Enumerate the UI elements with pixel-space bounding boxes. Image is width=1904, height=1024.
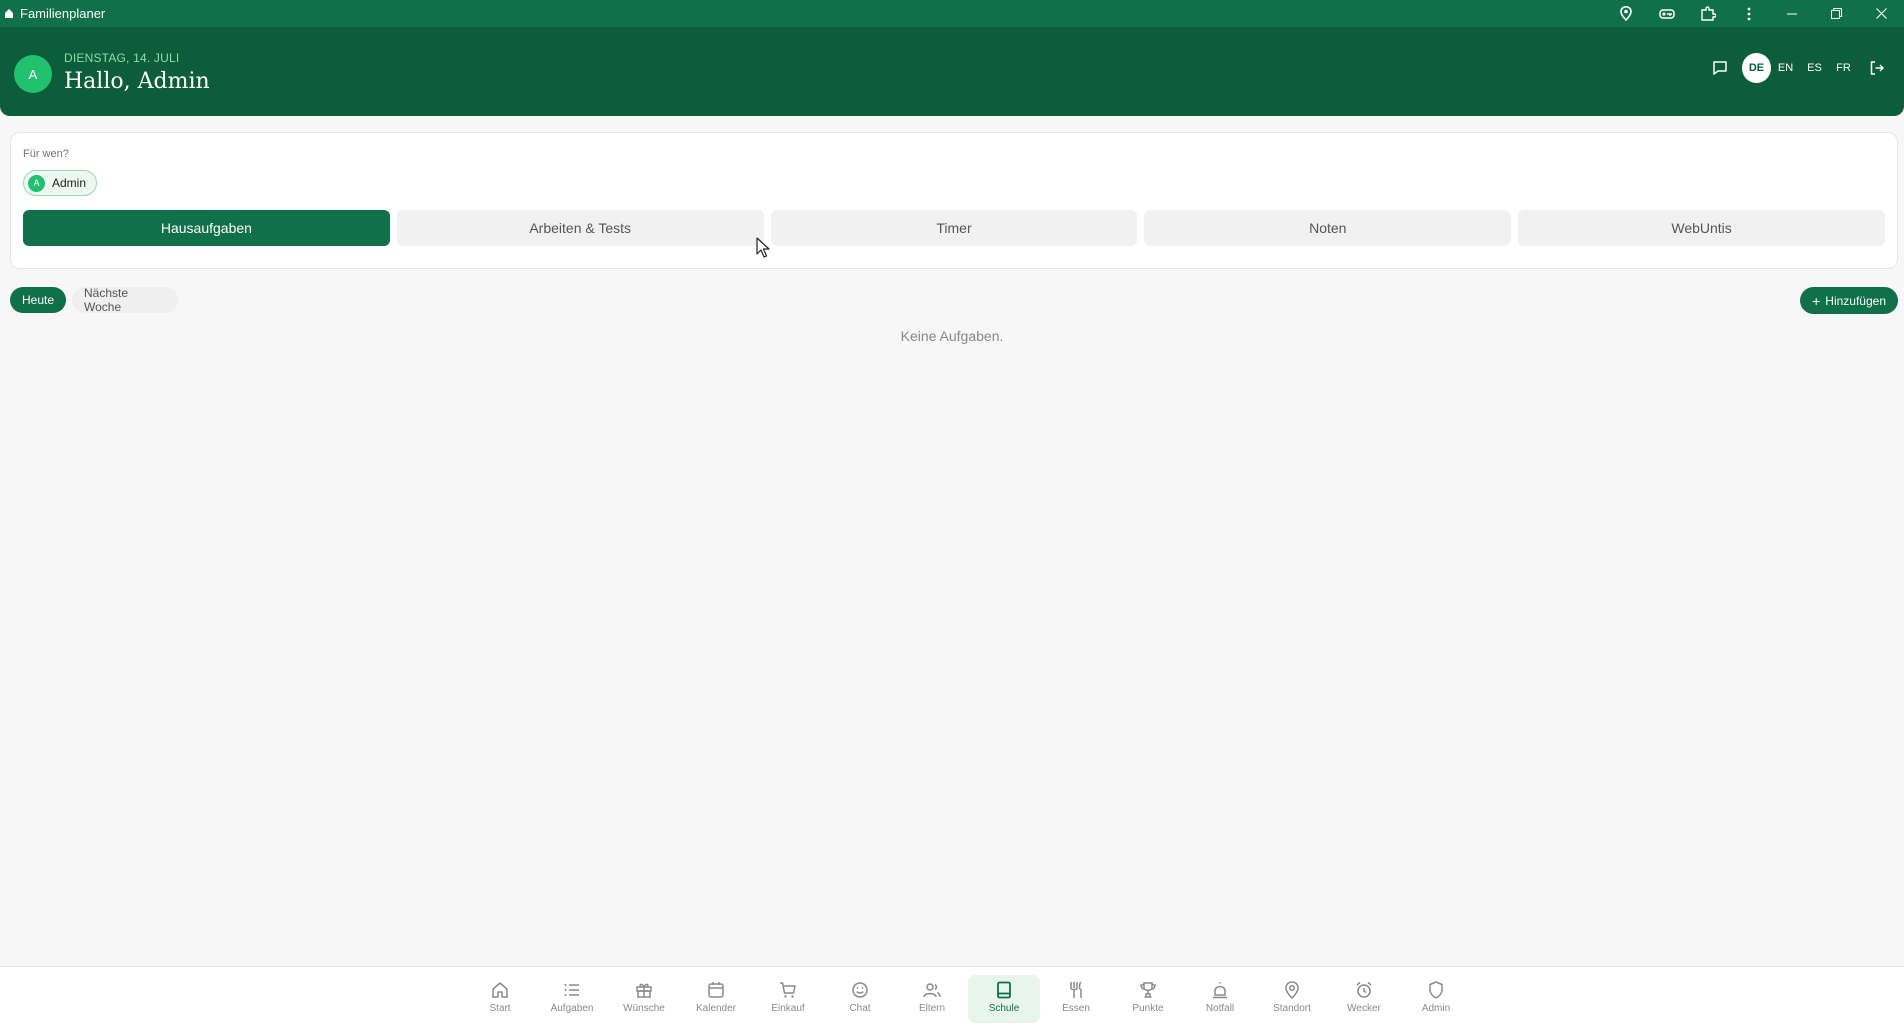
nav-einkauf[interactable]: Einkauf: [752, 975, 824, 1023]
kebab-menu-icon: [1747, 7, 1750, 20]
nav-label: Essen: [1062, 1003, 1090, 1014]
plus-icon: +: [1812, 292, 1821, 309]
nav-chat[interactable]: Chat: [824, 975, 896, 1023]
home-icon: [5, 9, 13, 18]
list-icon: [564, 984, 579, 996]
filter-today-chip[interactable]: Heute: [10, 287, 66, 313]
gift-icon: [636, 983, 652, 998]
nav-label: Admin: [1421, 1003, 1451, 1014]
nav-aufgaben[interactable]: Aufgaben: [536, 975, 608, 1023]
alert-icon: [1213, 982, 1227, 999]
lang-de-button[interactable]: DE: [1742, 53, 1771, 83]
nav-label: Eltern: [918, 1003, 946, 1014]
nav-label: Aufgaben: [550, 1003, 594, 1014]
restore-button[interactable]: [1814, 0, 1859, 27]
bottom-navigation: Start Aufgaben Wünsche Kalender Einkauf …: [0, 966, 1904, 1024]
restore-icon: [1831, 8, 1842, 19]
nav-punkte[interactable]: Punkte: [1112, 975, 1184, 1023]
person-name: Admin: [52, 176, 87, 190]
lang-es-button[interactable]: ES: [1800, 53, 1829, 83]
message-icon: [1713, 61, 1727, 75]
puzzle-icon: [1700, 5, 1716, 21]
logout-icon: [1870, 61, 1885, 75]
filter-next-week-chip[interactable]: Nächste Woche: [72, 286, 178, 314]
tab-arbeiten-tests[interactable]: Arbeiten & Tests: [396, 210, 764, 246]
extensions-button[interactable]: [1687, 0, 1728, 27]
close-icon: [1876, 8, 1887, 19]
user-avatar[interactable]: A: [14, 55, 52, 93]
nav-label: Punkte: [1132, 1003, 1164, 1014]
nav-label: Notfall: [1205, 1003, 1235, 1014]
nav-start[interactable]: Start: [464, 975, 536, 1023]
nav-admin[interactable]: Admin: [1400, 975, 1472, 1023]
shield-icon: [1429, 981, 1443, 999]
nav-label: Wünsche: [623, 1003, 665, 1014]
home-icon: [492, 982, 508, 998]
nav-standort[interactable]: Standort: [1256, 975, 1328, 1023]
trophy-icon: [1140, 982, 1156, 998]
users-icon: [923, 983, 941, 998]
book-icon: [997, 981, 1011, 999]
greeting-title: Hallo, Admin: [64, 69, 210, 94]
nav-eltern[interactable]: Eltern: [896, 975, 968, 1023]
location-ext-button[interactable]: [1605, 0, 1646, 27]
tab-hausaufgaben[interactable]: Hausaufgaben: [23, 210, 390, 246]
nav-wecker[interactable]: Wecker: [1328, 975, 1400, 1023]
nav-kalender[interactable]: Kalender: [680, 975, 752, 1023]
more-menu-button[interactable]: [1728, 0, 1769, 27]
window-titlebar: Familienplaner: [0, 0, 1904, 27]
utensils-icon: [1070, 981, 1082, 998]
lang-en-button[interactable]: EN: [1771, 53, 1800, 83]
nav-essen[interactable]: Essen: [1040, 975, 1112, 1023]
add-button[interactable]: + Hinzufügen: [1800, 287, 1898, 314]
nav-label: Wecker: [1347, 1003, 1381, 1014]
school-tabs: Hausaufgaben Arbeiten & Tests Timer Note…: [23, 210, 1885, 246]
nav-label: Standort: [1273, 1003, 1311, 1014]
nav-notfall[interactable]: Notfall: [1184, 975, 1256, 1023]
window-title: Familienplaner: [20, 6, 106, 21]
nav-label: Schule: [988, 1003, 1020, 1014]
calendar-icon: [708, 982, 724, 998]
location-icon: [1285, 981, 1299, 1000]
person-chip-admin[interactable]: A Admin: [23, 170, 98, 196]
logout-button[interactable]: [1862, 53, 1892, 83]
alarm-icon: [1356, 981, 1372, 998]
tab-webuntis[interactable]: WebUntis: [1518, 210, 1885, 246]
for-whom-label: Für wen?: [23, 148, 69, 160]
nav-wuensche[interactable]: Wünsche: [608, 975, 680, 1023]
lang-fr-button[interactable]: FR: [1829, 53, 1858, 83]
mouse-cursor-icon: [756, 237, 770, 258]
empty-state-message: Keine Aufgaben.: [900, 328, 1004, 344]
location-pin-icon: [1619, 6, 1632, 21]
smiley-icon: [852, 982, 868, 998]
person-avatar: A: [28, 174, 45, 192]
tab-noten[interactable]: Noten: [1144, 210, 1512, 246]
header-actions: DE EN ES FR: [1706, 51, 1892, 85]
minimize-button[interactable]: [1769, 0, 1814, 27]
close-button[interactable]: [1859, 0, 1904, 27]
tab-timer[interactable]: Timer: [770, 210, 1138, 246]
key-icon: [1658, 8, 1675, 19]
key-ext-button[interactable]: [1646, 0, 1687, 27]
messages-button[interactable]: [1706, 53, 1734, 83]
nav-label: Einkauf: [771, 1003, 805, 1014]
add-button-label: Hinzufügen: [1825, 293, 1886, 308]
minimize-icon: [1786, 13, 1797, 14]
app-header: A DIENSTAG, 14. JULI Hallo, Admin DE EN …: [0, 27, 1904, 116]
nav-label: Chat: [849, 1003, 871, 1014]
nav-label: Kalender: [695, 1003, 737, 1014]
school-filter-card: Für wen? A Admin Hausaufgaben Arbeiten &…: [10, 132, 1898, 269]
nav-label: Start: [489, 1003, 511, 1014]
nav-schule[interactable]: Schule: [968, 975, 1040, 1023]
cart-icon: [780, 982, 796, 998]
date-label: DIENSTAG, 14. JULI: [64, 51, 180, 65]
